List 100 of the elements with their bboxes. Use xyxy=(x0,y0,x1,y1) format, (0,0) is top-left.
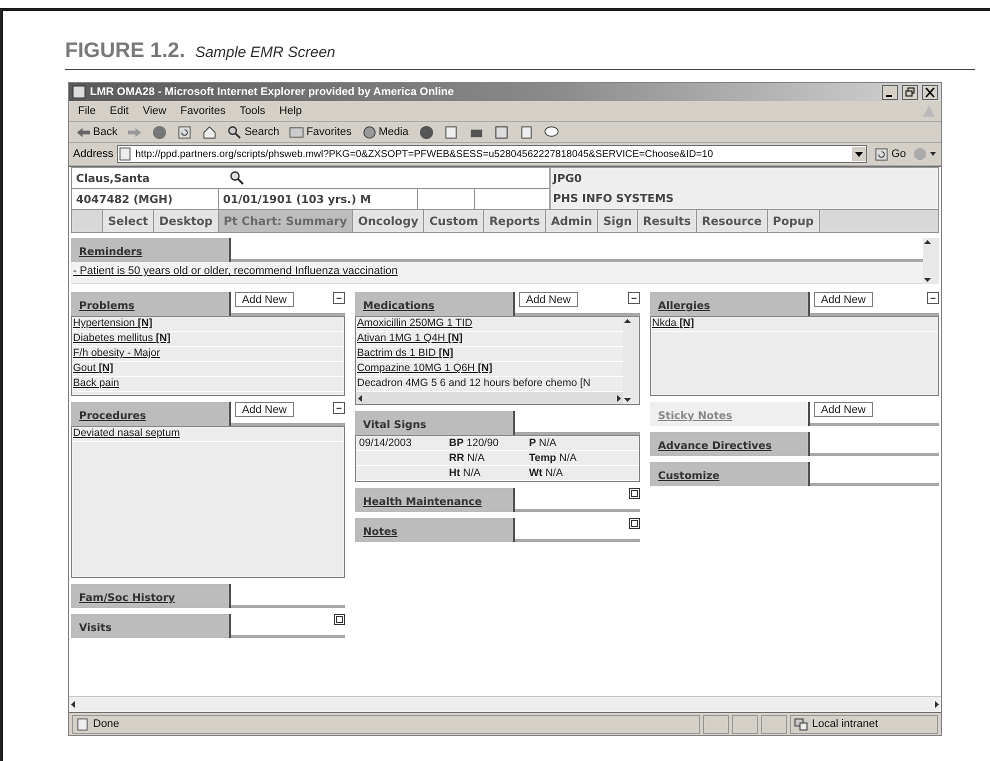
address-field[interactable]: http://ppd.partners.org/scripts/phsweb.mwl?PKG=0&ZXSOPT=PFWEB&SESS=u52804562227818045&SERVICE=Choose&ID=10 xyxy=(117,145,868,163)
menu-item[interactable]: Help xyxy=(274,105,307,117)
section-title[interactable]: Advance Directives xyxy=(650,432,810,456)
section-title[interactable]: Customize xyxy=(650,462,810,486)
minimize-icon[interactable] xyxy=(882,84,898,100)
list-item-link[interactable]: Deviated nasal septum xyxy=(72,427,344,442)
security-zone: Local intranet xyxy=(790,714,938,734)
window-icon[interactable] xyxy=(334,614,345,625)
section-title: Visits xyxy=(71,614,231,638)
list-item-link[interactable]: Amoxicillin 250MG 1 TID xyxy=(356,317,623,332)
scroll-down-icon[interactable] xyxy=(623,395,632,404)
vital-reading: Ht N/A xyxy=(446,466,526,481)
go-button[interactable]: Go xyxy=(871,146,909,162)
window-icon[interactable] xyxy=(629,518,640,529)
menu-item[interactable]: Tools xyxy=(234,105,270,117)
toolbar-button[interactable]: Favorites xyxy=(286,124,355,140)
add-new-button[interactable]: Add New xyxy=(814,402,873,417)
scroll-up-icon[interactable] xyxy=(923,238,932,247)
menu-item[interactable]: Favorites xyxy=(175,105,231,117)
toolbar-button[interactable]: Search xyxy=(224,124,282,140)
org-name: PHS INFO SYSTEMS xyxy=(552,190,675,206)
add-new-button[interactable]: Add New xyxy=(519,292,578,307)
list-item-link[interactable]: Hypertension [N] xyxy=(72,317,344,332)
refresh-icon xyxy=(874,146,890,162)
patient-mrn: 4047482 (MGH) xyxy=(72,189,219,209)
vital-reading: BP 120/90 xyxy=(446,436,526,451)
toolbar-button[interactable]: Back xyxy=(73,124,120,140)
org-code: JPG0 xyxy=(551,170,583,186)
menu-item[interactable]: Edit xyxy=(104,105,134,117)
chart-tab[interactable]: Results xyxy=(638,210,697,232)
list-item-link[interactable]: Gout [N] xyxy=(72,362,344,377)
vitals-date: 09/14/2003 xyxy=(356,436,446,451)
list-item-link[interactable]: Ativan 1MG 1 Q4H [N] xyxy=(356,332,623,347)
page-icon xyxy=(118,147,132,161)
figure-label: FIGURE 1.2. xyxy=(65,39,186,63)
section-title[interactable]: Procedures xyxy=(71,402,231,426)
document-icon xyxy=(494,124,509,140)
search-icon[interactable] xyxy=(230,171,244,185)
scroll-right-icon[interactable] xyxy=(614,394,623,402)
vital-reading: P N/A xyxy=(526,436,639,451)
menu-item[interactable]: View xyxy=(138,105,172,117)
links-icon[interactable] xyxy=(913,147,937,161)
scroll-left-icon[interactable] xyxy=(69,700,78,709)
patient-dob: 01/01/1901 (103 yrs.) M xyxy=(219,189,418,209)
chart-tab[interactable]: Oncology xyxy=(353,210,424,232)
collapse-button[interactable]: – xyxy=(333,292,345,304)
chart-tab[interactable]: Resource xyxy=(696,210,768,232)
notepad-icon xyxy=(518,124,534,140)
scroll-left-icon[interactable] xyxy=(356,394,365,402)
section-title[interactable]: Health Maintenance xyxy=(355,488,515,512)
close-icon[interactable] xyxy=(922,84,938,100)
add-new-button[interactable]: Add New xyxy=(235,292,294,307)
chart-tab[interactable]: Reports xyxy=(484,210,546,232)
toolbar-button[interactable]: Media xyxy=(358,124,412,140)
logo-icon xyxy=(921,103,937,119)
chart-tab[interactable]: Desktop xyxy=(154,210,219,232)
section-title[interactable]: Medications xyxy=(355,292,515,316)
vital-reading: Wt N/A xyxy=(526,466,639,481)
status-panel xyxy=(761,714,787,734)
figure-caption: Sample EMR Screen xyxy=(195,44,336,61)
chart-tab[interactable]: Select xyxy=(103,210,154,232)
list-item-link[interactable]: Nkda [N] xyxy=(651,317,938,332)
section-title[interactable]: Problems xyxy=(71,292,231,316)
list-item-link[interactable]: F/h obesity - Major xyxy=(72,347,344,362)
chart-tab[interactable]: Sign xyxy=(598,210,638,232)
status-panel xyxy=(732,714,758,734)
status-panel xyxy=(703,714,729,734)
section-title[interactable]: Allergies xyxy=(650,292,810,316)
section-title[interactable]: Fam/Soc History xyxy=(71,584,231,608)
window-icon[interactable] xyxy=(629,488,640,499)
collapse-button[interactable]: – xyxy=(333,402,345,414)
menu-item[interactable]: File xyxy=(73,105,101,117)
dropdown-icon[interactable] xyxy=(852,147,866,161)
list-item-link[interactable]: Bactrim ds 1 BID [N] xyxy=(356,347,623,362)
vital-reading: Temp N/A xyxy=(526,451,639,466)
network-icon xyxy=(794,718,808,730)
chart-tab[interactable]: Admin xyxy=(546,210,598,232)
speech-bubble-icon xyxy=(544,124,559,140)
status-text: Done xyxy=(72,714,700,734)
collapse-button[interactable]: – xyxy=(628,292,640,304)
page-icon xyxy=(76,718,89,730)
vital-reading: RR N/A xyxy=(446,451,526,466)
section-title: Vital Signs xyxy=(355,411,515,435)
list-item-link[interactable]: Compazine 10MG 1 Q6H [N] xyxy=(356,362,623,377)
scroll-right-icon[interactable] xyxy=(932,700,941,709)
scroll-down-icon[interactable] xyxy=(923,275,932,284)
browser-icon xyxy=(72,85,86,99)
patient-name: Claus,Santa xyxy=(72,168,549,188)
chart-tab[interactable]: Popup xyxy=(768,210,820,232)
list-item-link[interactable]: Diabetes mellitus [N] xyxy=(72,332,344,347)
collapse-button[interactable]: – xyxy=(927,292,939,304)
add-new-button[interactable]: Add New xyxy=(235,402,294,417)
section-title[interactable]: Reminders xyxy=(71,238,231,262)
add-new-button[interactable]: Add New xyxy=(814,292,873,307)
restore-icon[interactable] xyxy=(902,84,918,100)
list-item-link[interactable]: Back pain xyxy=(72,377,344,392)
section-title[interactable]: Notes xyxy=(355,518,515,542)
chart-tab[interactable]: Custom xyxy=(424,210,484,232)
reminder-link[interactable]: - Patient is 50 years old or older, recommend Influenza vaccination xyxy=(71,262,923,284)
scroll-up-icon[interactable] xyxy=(623,317,632,326)
